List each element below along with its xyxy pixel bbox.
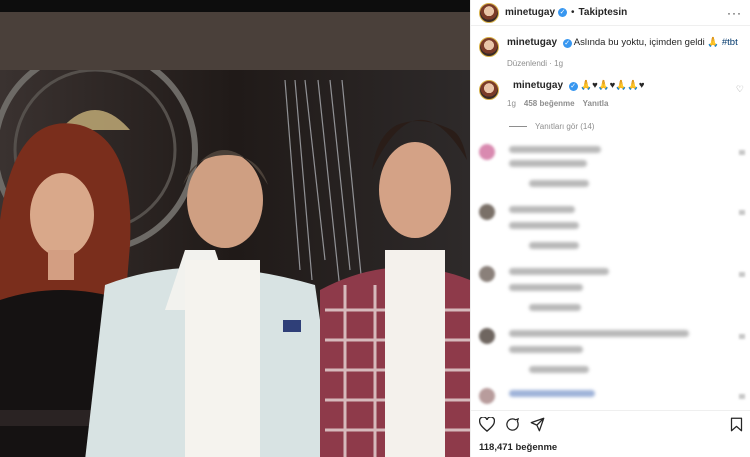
- blurred-comments: [471, 138, 750, 410]
- caption-text: Aslında bu yoktu, içimden geldi 🙏: [573, 37, 720, 48]
- avatar[interactable]: [479, 2, 499, 23]
- following-button[interactable]: Takiptesin: [579, 7, 628, 18]
- avatar: [479, 266, 495, 282]
- avatar: [479, 388, 495, 404]
- share-icon[interactable]: [530, 417, 545, 432]
- list-item: [479, 328, 495, 344]
- comment-icon[interactable]: [505, 417, 520, 432]
- bookmark-icon[interactable]: [730, 417, 743, 432]
- avatar[interactable]: [479, 80, 499, 100]
- caption-username[interactable]: minetugay: [507, 37, 557, 48]
- reply-button[interactable]: Yanıtla: [583, 99, 609, 108]
- verified-icon: ✓: [568, 82, 578, 91]
- avatar[interactable]: [479, 37, 499, 57]
- list-item: [479, 204, 495, 220]
- comment-text: 🙏♥🙏♥🙏🙏♥: [580, 80, 645, 91]
- avatar: [479, 204, 495, 220]
- username[interactable]: minetugay: [505, 7, 555, 18]
- separator-dot: •: [571, 7, 575, 18]
- heart-icon[interactable]: ♡: [736, 84, 744, 95]
- likes-label: beğenme: [515, 442, 558, 453]
- verified-icon: ✓: [558, 8, 568, 17]
- list-item: [479, 266, 495, 282]
- caption: minetugay ✓ Aslında bu yoktu, içimden ge…: [471, 26, 750, 70]
- heart-icon[interactable]: [479, 417, 495, 432]
- photo-top-bar: [0, 0, 470, 12]
- view-replies-label: Yanıtları gör (14): [535, 122, 595, 131]
- post-sidebar: minetugay ✓ • Takiptesin ··· minetugay ✓…: [470, 0, 750, 457]
- avatar: [479, 328, 495, 344]
- list-item: [479, 388, 495, 404]
- photo-image: [0, 70, 470, 457]
- avatar: [479, 144, 495, 160]
- likes-number: 118,471: [479, 442, 513, 453]
- likes-count[interactable]: 118,471 beğenme: [479, 442, 743, 453]
- view-replies-button[interactable]: Yanıtları gör (14): [509, 122, 750, 131]
- replies-line: [509, 126, 527, 127]
- post-photo[interactable]: [0, 0, 470, 457]
- caption-meta: Düzenlendi · 1g: [507, 59, 564, 68]
- comment: minetugay ✓ 🙏♥🙏♥🙏🙏♥ 1g 458 beğenme Yanıt…: [471, 70, 750, 108]
- comment-time[interactable]: 1g: [507, 99, 516, 108]
- post-header: minetugay ✓ • Takiptesin ···: [471, 0, 750, 26]
- hashtag-link[interactable]: #tbt: [722, 37, 738, 48]
- more-icon[interactable]: ···: [727, 6, 742, 20]
- actions-bar: 118,471 beğenme: [471, 410, 750, 457]
- list-item: [479, 144, 495, 160]
- comment-username[interactable]: minetugay: [513, 80, 563, 91]
- photo-upper-band: [0, 12, 470, 70]
- verified-icon: ✓: [562, 39, 572, 48]
- comment-likes[interactable]: 458 beğenme: [524, 99, 575, 108]
